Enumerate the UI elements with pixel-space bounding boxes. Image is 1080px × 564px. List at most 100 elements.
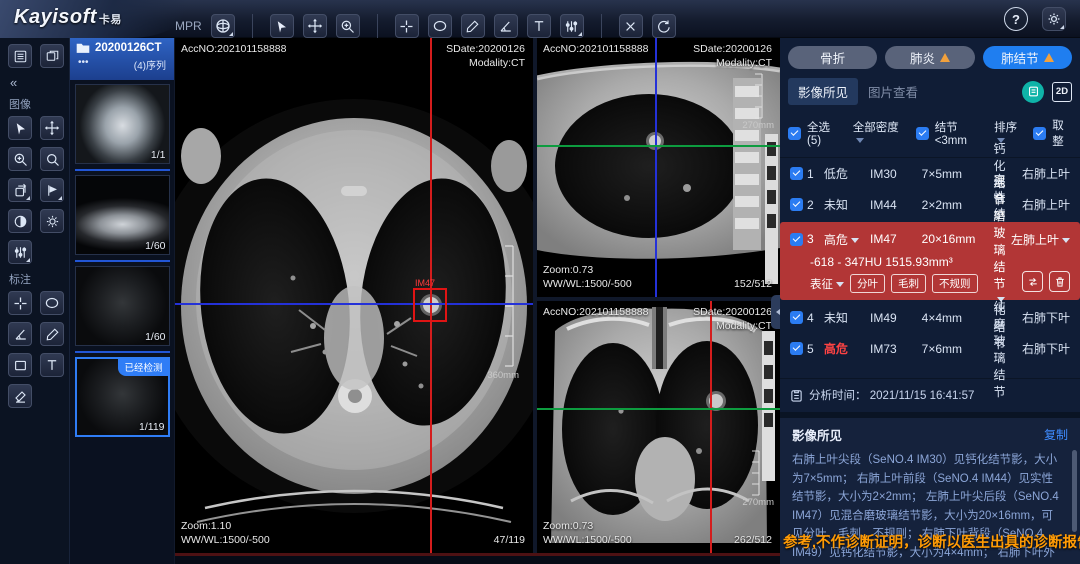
nodule-checkbox[interactable] — [790, 167, 803, 180]
nodule-checkbox[interactable] — [790, 342, 803, 355]
text-icon[interactable] — [40, 353, 64, 377]
2d-label: 2D — [1056, 86, 1068, 97]
density-dropdown[interactable]: 全部密度 — [853, 119, 902, 147]
mode-fracture-button[interactable]: 骨折 — [788, 46, 877, 69]
mode-pneumonia-button[interactable]: 肺炎 — [885, 46, 974, 69]
nodule-row-selected[interactable]: 3 高危 IM47 20×16mm 混合磨玻璃结节 左肺上叶 -618 - 34… — [780, 222, 1080, 300]
round-label[interactable]: 取整 — [1052, 117, 1072, 149]
worklist-icon[interactable] — [8, 44, 32, 68]
search-icon[interactable] — [40, 147, 64, 171]
select-all-label[interactable]: 全选(5) — [807, 119, 839, 147]
nodule-image-index: IM47 — [870, 232, 918, 246]
analysis-time: 分析时间： 2021/11/15 16:41:57 — [809, 387, 974, 403]
window-level-icon[interactable] — [8, 240, 32, 264]
angle-icon[interactable] — [8, 322, 32, 346]
nodule-checkbox[interactable] — [790, 311, 803, 324]
contrast-icon[interactable] — [8, 209, 32, 233]
crosshair-icon[interactable] — [395, 14, 419, 38]
window-level: WW/WL:1500/-500 — [543, 277, 632, 291]
mode-lung-nodule-button[interactable]: 肺结节 — [983, 46, 1072, 69]
pencil-icon[interactable] — [461, 14, 485, 38]
nodule-row[interactable]: 1 低危 IM30 7×5mm 钙化结节 右肺上叶 — [780, 158, 1080, 189]
thumbnail-ct-series-selected[interactable]: 已经检测 1/119 — [75, 357, 170, 437]
window-level: WW/WL:1500/-500 — [543, 533, 632, 547]
nodule-type-dropdown[interactable]: 混合磨玻璃结节 — [993, 173, 1005, 306]
mpr-icon[interactable] — [211, 14, 235, 38]
nodule-row[interactable]: 2 未知 IM44 2×2mm 实性结节 右肺上叶 — [780, 189, 1080, 220]
toolbar-separator — [601, 14, 602, 38]
pan-icon[interactable] — [303, 14, 327, 38]
select-all-checkbox[interactable] — [788, 127, 801, 140]
trash-icon[interactable] — [1049, 271, 1070, 292]
nodule-risk-dropdown[interactable]: 高危 — [824, 231, 866, 248]
nodule-row[interactable]: 5 高危 IM73 7×6mm 纯磨玻璃结节 右肺下叶 — [780, 333, 1080, 364]
ellipse-icon[interactable] — [40, 291, 64, 315]
nodule-number: 4 — [807, 311, 820, 325]
scrollbar-thumb[interactable] — [1072, 450, 1077, 532]
brightness-icon[interactable] — [40, 209, 64, 233]
thumbnail-ct-series[interactable]: 1/60 — [75, 175, 170, 255]
cursor-icon[interactable] — [8, 116, 32, 140]
zoom-wwwl-info: Zoom:0.73 WW/WL:1500/-500 — [543, 519, 632, 547]
nodule-checkbox[interactable] — [790, 198, 803, 211]
pan-icon[interactable] — [40, 116, 64, 140]
tab-image-view[interactable]: 图片查看 — [858, 78, 928, 105]
lt3mm-label[interactable]: 结节<3mm — [935, 119, 982, 147]
lt3mm-checkbox[interactable] — [916, 127, 929, 140]
pencil-icon[interactable] — [40, 322, 64, 346]
feature-dropdown[interactable]: 表征 — [810, 276, 844, 292]
transfer-icon[interactable] — [1022, 271, 1043, 292]
angle-icon[interactable] — [494, 14, 518, 38]
study-info: SDate:20200126 Modality:CT — [693, 42, 772, 70]
cursor-icon[interactable] — [270, 14, 294, 38]
report-icon[interactable] — [1022, 81, 1044, 103]
cine-flag-icon[interactable] — [40, 178, 64, 202]
nodule-location-dropdown[interactable]: 左肺上叶 — [1009, 231, 1070, 248]
toolbar-separator — [252, 14, 253, 38]
window-level-icon[interactable] — [560, 14, 584, 38]
series-header[interactable]: 20200126CT ••• (4)序列 — [70, 38, 174, 80]
viewport-coronal[interactable]: AccNO:202101158888 SDate:20200126 Modali… — [537, 301, 780, 553]
sort-dropdown[interactable]: 排序 — [994, 119, 1023, 147]
reset-rotate-icon[interactable] — [652, 14, 676, 38]
nodule-roi-box[interactable]: IM47 — [413, 288, 447, 322]
nodule-image-index: IM49 — [870, 311, 918, 325]
panel-collapse-handle[interactable] — [771, 295, 780, 329]
help-icon[interactable]: ? — [1004, 7, 1028, 31]
zoom-level: Zoom:0.73 — [543, 519, 632, 533]
rectangle-icon[interactable] — [8, 353, 32, 377]
feature-chip[interactable]: 毛刺 — [891, 274, 926, 293]
zoom-in-icon[interactable] — [8, 147, 32, 171]
thumbnail-scout[interactable]: 1/1 — [75, 84, 170, 164]
rail-annot-section-label: 标注 — [9, 271, 69, 287]
feature-chip[interactable]: 不规则 — [932, 274, 978, 293]
panel-tabs: 影像所见 图片查看 2D — [780, 75, 1080, 110]
layout-icon[interactable] — [40, 44, 64, 68]
thumbnail-ct-series[interactable]: 1/60 — [75, 266, 170, 346]
feature-chip[interactable]: 分叶 — [850, 274, 885, 293]
round-checkbox[interactable] — [1033, 127, 1046, 140]
collapse-rail-icon[interactable]: « — [10, 75, 69, 90]
analysis-time-row: 分析时间： 2021/11/15 16:41:57 — [780, 378, 1080, 412]
copy-findings-button[interactable]: 复制 — [1044, 426, 1068, 443]
crosshair-icon[interactable] — [8, 291, 32, 315]
tab-findings[interactable]: 影像所见 — [788, 78, 858, 105]
eraser-icon[interactable] — [8, 384, 32, 408]
gear-icon[interactable] — [1042, 7, 1066, 31]
close-icon[interactable] — [619, 14, 643, 38]
2d-3d-toggle-icon[interactable]: 2D — [1052, 82, 1072, 102]
series-menu-dots[interactable]: ••• — [78, 57, 89, 72]
nodule-row[interactable]: 4 未知 IM49 4×4mm 钙化结节 右肺下叶 — [780, 302, 1080, 333]
rotate-icon[interactable] — [8, 178, 32, 202]
text-icon[interactable] — [527, 14, 551, 38]
zoom-level: Zoom:1.10 — [181, 519, 270, 533]
zoom-in-icon[interactable] — [336, 14, 360, 38]
top-toolbar: Kayisoft卡易 MPR — [0, 0, 1080, 38]
ellipse-icon[interactable] — [428, 14, 452, 38]
viewport-axial[interactable]: IM47 AccNO:202101158888 SDate:20200126 M… — [175, 38, 533, 553]
viewport-sagittal[interactable]: AccNO:202101158888 SDate:20200126 Modali… — [537, 38, 780, 297]
clipboard-icon — [790, 389, 803, 402]
ai-analysis-panel: 骨折 肺炎 肺结节 影像所见 图片查看 — [780, 38, 1080, 553]
mode-label: 骨折 — [820, 48, 845, 67]
nodule-checkbox[interactable] — [790, 233, 803, 246]
